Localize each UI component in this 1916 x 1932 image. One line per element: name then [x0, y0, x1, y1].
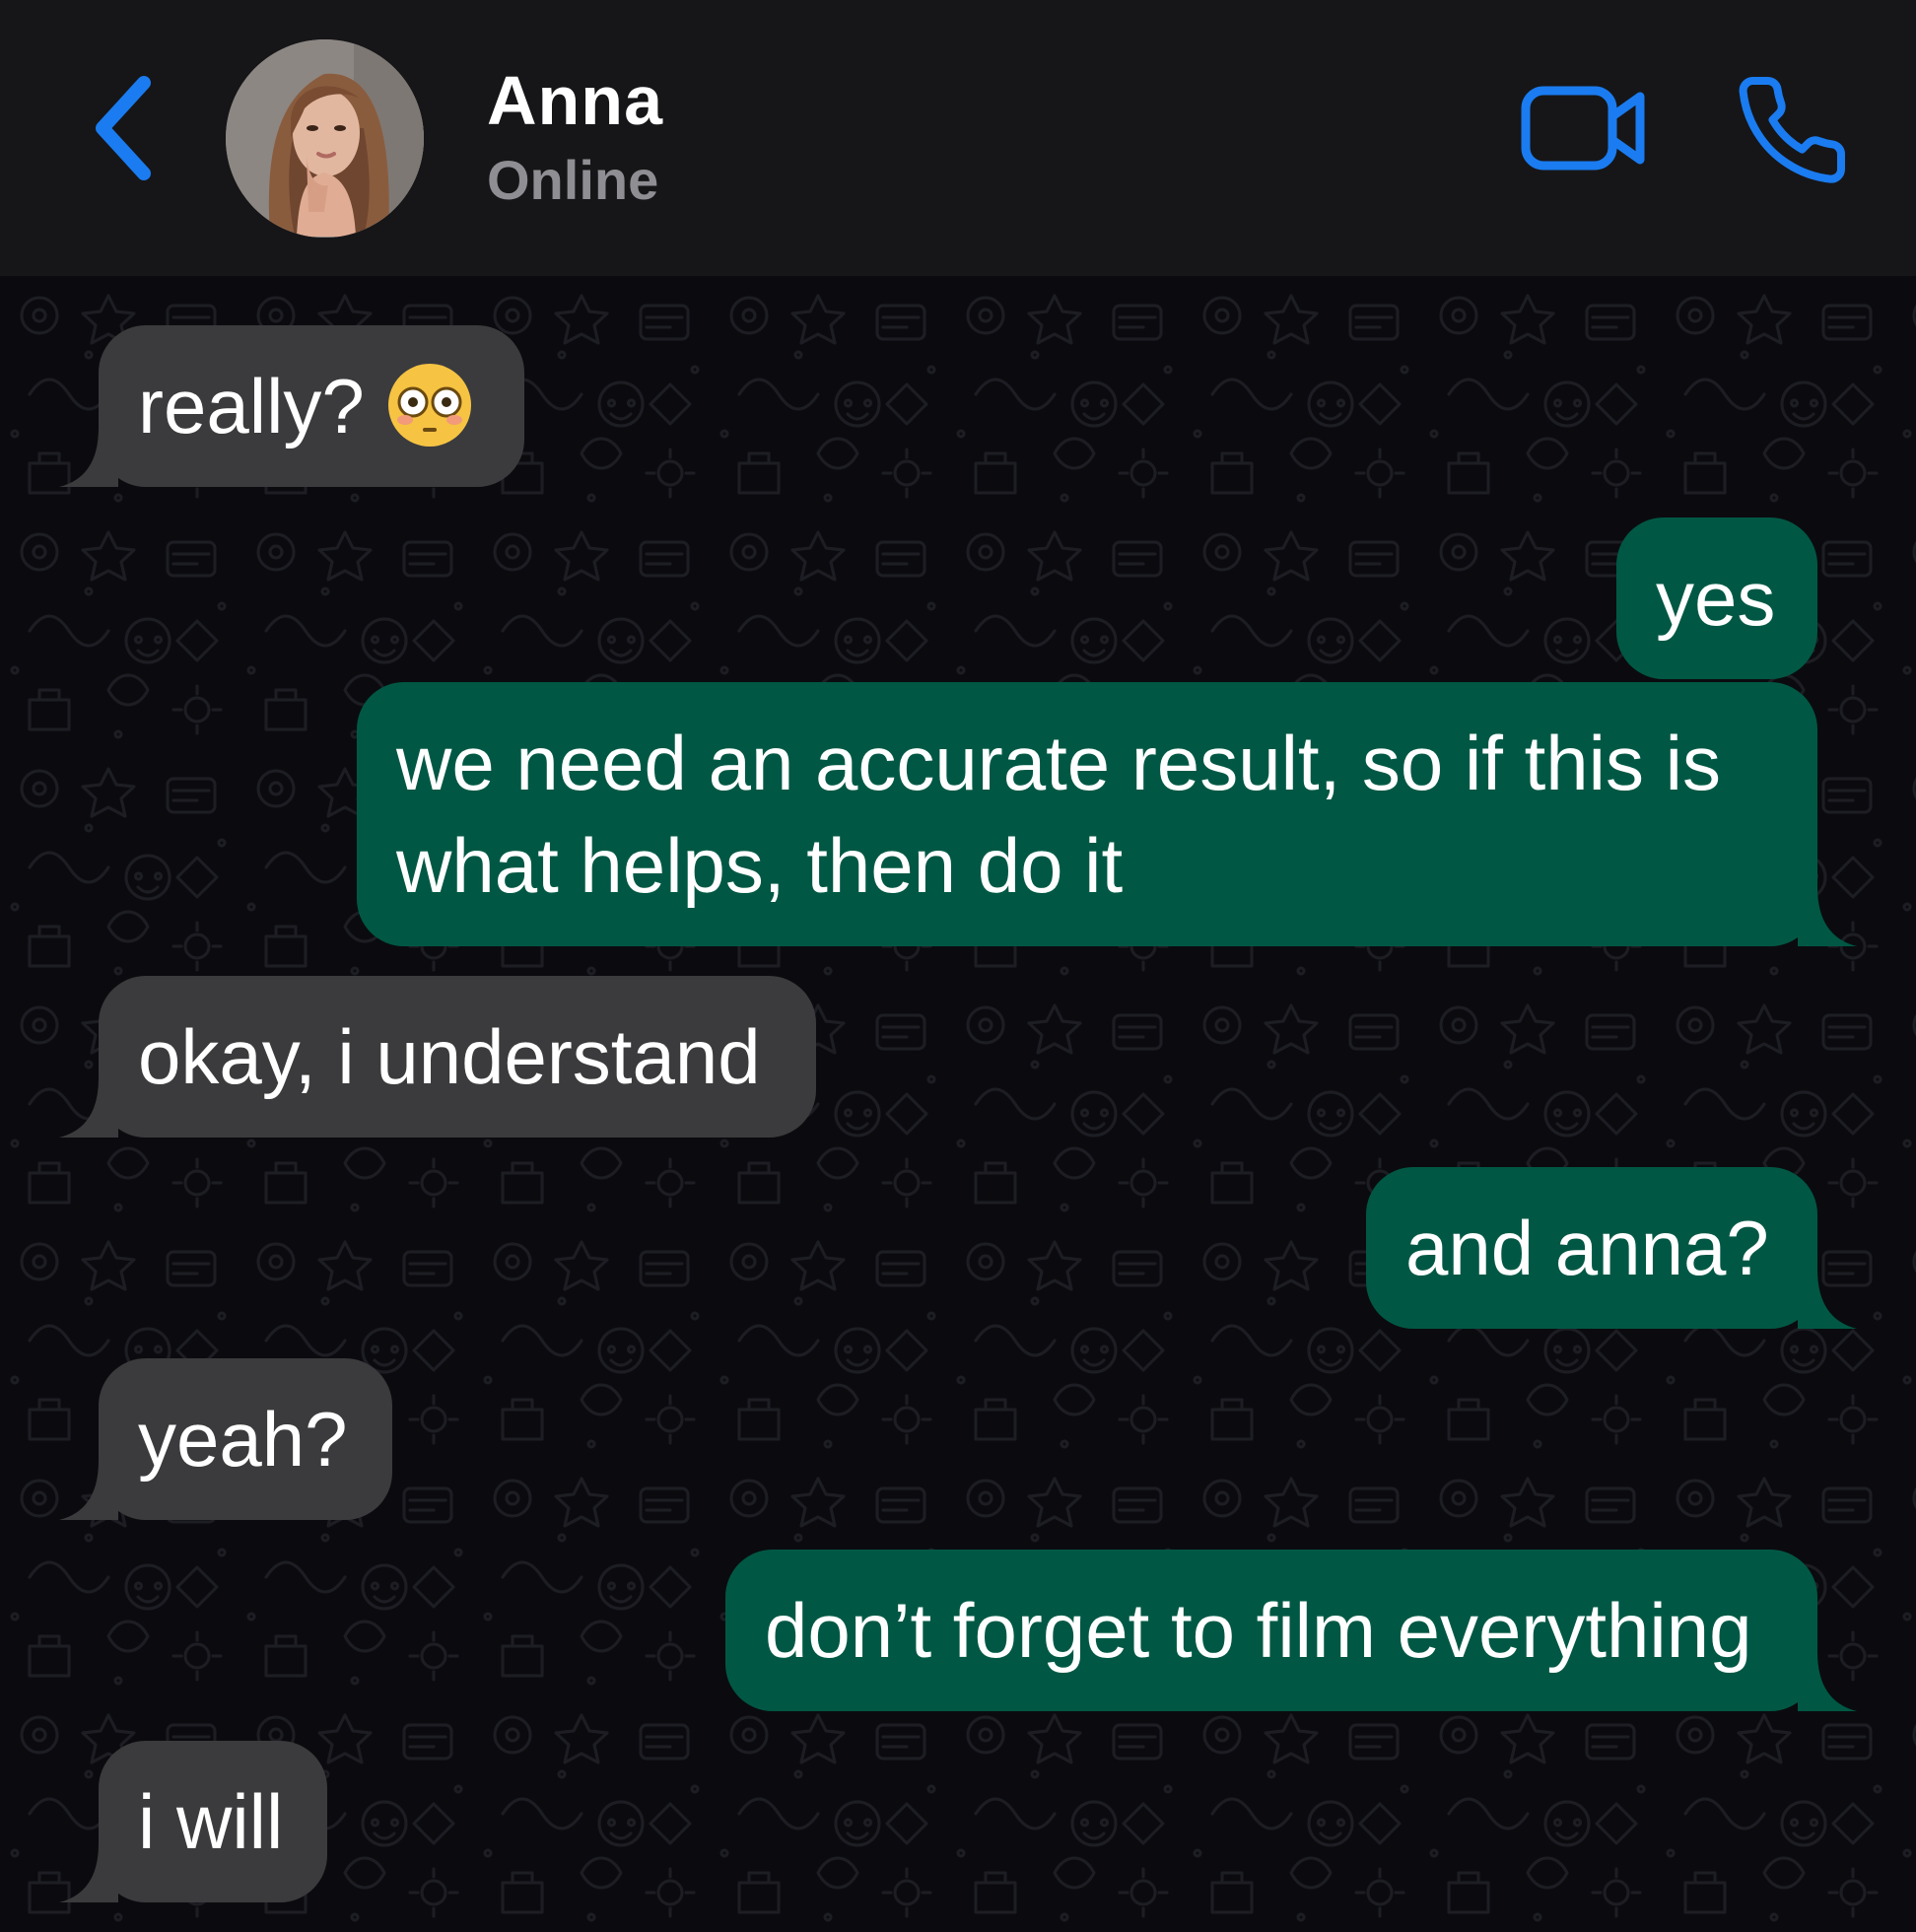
message-text: okay, i understand	[138, 1013, 761, 1100]
voice-call-button[interactable]	[1733, 71, 1851, 189]
message-bubble-outgoing[interactable]: yes	[1616, 518, 1817, 679]
video-call-button[interactable]	[1518, 79, 1651, 177]
video-camera-icon	[1521, 86, 1645, 171]
phone-icon	[1739, 77, 1846, 183]
bubble-tail	[1798, 887, 1857, 946]
bubble-tail	[59, 1843, 118, 1902]
bubble-tail	[59, 1461, 118, 1520]
chat-header: Anna Online	[0, 0, 1916, 276]
contact-name[interactable]: Anna	[487, 61, 663, 140]
message-text: and anna?	[1405, 1205, 1769, 1291]
bubble-tail	[1798, 1652, 1857, 1711]
bubble-tail	[59, 1078, 118, 1138]
message-bubble-incoming[interactable]: really?	[59, 325, 524, 487]
contact-avatar[interactable]	[226, 39, 424, 238]
message-text: don’t forget to film everything	[765, 1587, 1752, 1674]
message-text: really?	[138, 363, 365, 449]
flushed-face-emoji-icon	[388, 364, 472, 448]
message-text: yeah?	[138, 1396, 348, 1483]
message-bubble-outgoing[interactable]: and anna?	[1366, 1167, 1857, 1329]
back-button[interactable]	[89, 69, 168, 187]
message-bubble-incoming[interactable]: i will	[59, 1741, 327, 1902]
message-list[interactable]: really? yes we need an accurate result, …	[0, 276, 1916, 1932]
message-bubble-incoming[interactable]: yeah?	[59, 1358, 392, 1520]
message-text-line: we need an accurate result, so if this i…	[396, 720, 1722, 806]
message-bubble-incoming[interactable]: okay, i understand	[59, 976, 816, 1138]
message-bubble-outgoing[interactable]: don’t forget to film everything	[725, 1550, 1857, 1711]
chevron-left-icon	[96, 76, 151, 180]
message-bubble-outgoing[interactable]: we need an accurate result, so if this i…	[357, 682, 1857, 946]
contact-status: Online	[487, 149, 659, 211]
message-text-line: what helps, then do it	[396, 822, 1124, 909]
message-text: yes	[1656, 555, 1776, 642]
bubble-tail	[1798, 1270, 1857, 1329]
message-text: i will	[138, 1778, 284, 1865]
bubble-tail	[59, 428, 118, 487]
avatar-photo	[226, 39, 424, 238]
